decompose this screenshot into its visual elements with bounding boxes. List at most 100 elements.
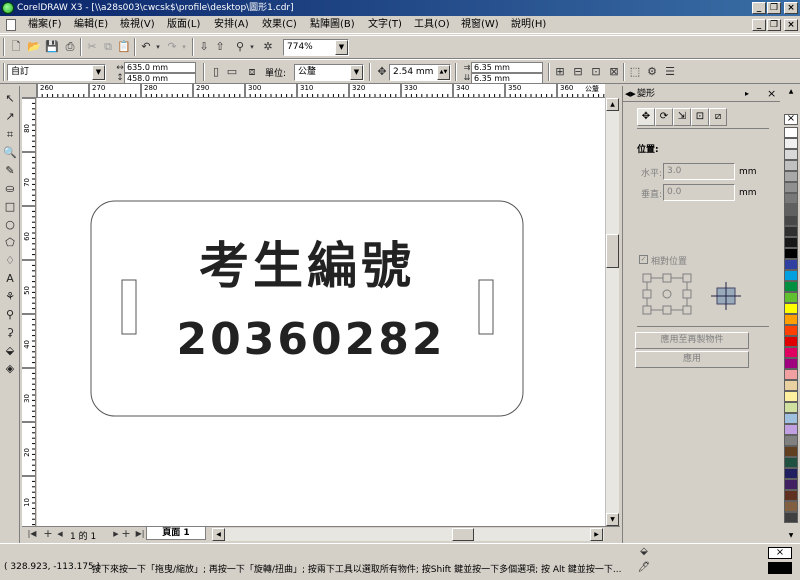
color-swatch[interactable]	[784, 149, 798, 160]
color-swatch[interactable]	[784, 413, 798, 424]
color-swatch[interactable]	[784, 226, 798, 237]
landscape-icon[interactable]: ▭	[224, 64, 240, 80]
size-tab-icon[interactable]: ⊡	[691, 108, 709, 126]
menu-effects[interactable]: 效果(C)	[262, 18, 297, 32]
outline-color-indicator[interactable]	[768, 562, 792, 574]
pick-tool-icon[interactable]: ↖	[2, 90, 18, 107]
corel-online-icon[interactable]: ✲	[260, 39, 276, 55]
color-swatch[interactable]	[784, 303, 798, 314]
page-width-input[interactable]: 635.0 mm	[124, 62, 196, 73]
color-swatch[interactable]	[784, 127, 798, 138]
color-swatch[interactable]	[784, 292, 798, 303]
outline-tool-icon[interactable]: ⚳	[2, 324, 18, 341]
document-icon[interactable]	[6, 19, 16, 31]
snap-objects-icon[interactable]: ⊡	[588, 64, 604, 80]
color-swatch[interactable]	[784, 380, 798, 391]
print-icon[interactable]: ⎙	[62, 39, 78, 55]
scroll-right-icon[interactable]: ▶	[590, 528, 603, 541]
docker-collapse-icon[interactable]: ◀▶	[625, 86, 636, 102]
interactive-blend-tool-icon[interactable]: ⚘	[2, 288, 18, 305]
zoom-tool-icon[interactable]: 🔍	[2, 144, 18, 161]
color-swatch[interactable]	[784, 369, 798, 380]
import-icon[interactable]: ⇩	[196, 39, 212, 55]
docker-close-icon[interactable]: ×	[767, 86, 776, 102]
color-swatch[interactable]	[784, 204, 798, 215]
menu-window[interactable]: 視窗(W)	[461, 18, 499, 32]
options-icon[interactable]: ⚙	[644, 64, 660, 80]
paste-icon[interactable]: 📋	[116, 39, 132, 55]
doc-restore-button[interactable]: ❐	[767, 19, 781, 31]
anchor-grid[interactable]	[641, 272, 693, 316]
doc-minimize-button[interactable]: _	[752, 19, 766, 31]
chevron-down-icon[interactable]: ▼	[335, 40, 348, 55]
snap-grid-icon[interactable]: ⊞	[552, 64, 568, 80]
color-swatch[interactable]	[784, 171, 798, 182]
vertical-ruler[interactable]: 80 70 60 50 40 30 20 10	[22, 98, 36, 526]
color-swatch[interactable]	[784, 435, 798, 446]
open-icon[interactable]: 📂	[26, 39, 42, 55]
color-swatch[interactable]	[784, 138, 798, 149]
color-swatch[interactable]	[784, 160, 798, 171]
color-swatch[interactable]	[784, 259, 798, 270]
duplicate-distance-x-input[interactable]: 6.35 mm	[471, 62, 543, 73]
badge-title-text[interactable]: 考生編號	[187, 234, 427, 298]
nudge-offset-input[interactable]: 2.54 mm ▲▼	[389, 64, 451, 81]
page-height-input[interactable]: 458.0 mm	[124, 73, 196, 84]
right-slot[interactable]	[478, 279, 494, 335]
freehand-tool-icon[interactable]: ✎	[2, 162, 18, 179]
spin-icon[interactable]: ▲▼	[437, 65, 450, 80]
color-swatch[interactable]	[784, 314, 798, 325]
color-swatch[interactable]	[784, 248, 798, 259]
portrait-icon[interactable]: ▯	[208, 64, 224, 80]
prev-page-icon[interactable]: ◀	[52, 526, 68, 542]
save-icon[interactable]: 💾	[44, 39, 60, 55]
chevron-down-icon[interactable]: ▼	[92, 65, 105, 80]
horizontal-ruler[interactable]: 260 270 280 290 300 310 320 330 340 350 …	[37, 84, 605, 98]
copy-icon[interactable]: ⧉	[100, 39, 116, 55]
color-swatch[interactable]	[784, 512, 798, 523]
rectangle-tool-icon[interactable]: □	[2, 198, 18, 215]
dynamic-guides-icon[interactable]: ⊠	[606, 64, 622, 80]
vertical-scrollbar[interactable]: ▲ ▼	[605, 98, 619, 526]
color-swatch[interactable]	[784, 501, 798, 512]
horizontal-input[interactable]: 3.0	[663, 163, 735, 180]
restore-button[interactable]: ❐	[767, 2, 781, 14]
text-tool-icon[interactable]: A	[2, 270, 18, 287]
color-swatch[interactable]	[784, 182, 798, 193]
color-swatch[interactable]	[784, 446, 798, 457]
horizontal-scrollbar[interactable]: ◀ ▶	[212, 528, 604, 541]
color-swatch[interactable]	[784, 391, 798, 402]
fill-color-indicator[interactable]: ×	[768, 547, 792, 559]
align-distribute-icon[interactable]: ☰	[662, 64, 678, 80]
color-swatch[interactable]	[784, 281, 798, 292]
cut-icon[interactable]: ✂	[84, 39, 100, 55]
scroll-up-icon[interactable]: ▲	[606, 98, 619, 111]
eyedropper-tool-icon[interactable]: ⚲	[2, 306, 18, 323]
units-combo[interactable]: 公釐 ▼	[294, 64, 364, 81]
color-swatch[interactable]	[784, 402, 798, 413]
fill-tool-icon[interactable]: ⬙	[2, 342, 18, 359]
relative-position-checkbox[interactable]: ✓	[639, 255, 648, 264]
no-fill-swatch[interactable]: ×	[784, 114, 798, 125]
chevron-down-icon[interactable]: ▼	[350, 65, 363, 80]
apply-button[interactable]: 應用	[635, 351, 749, 368]
minimize-button[interactable]: _	[752, 2, 766, 14]
menu-arrange[interactable]: 安排(A)	[214, 18, 249, 32]
scale-tab-icon[interactable]: ⇲	[673, 108, 691, 126]
color-swatch[interactable]	[784, 479, 798, 490]
basic-shapes-tool-icon[interactable]: ♢	[2, 252, 18, 269]
menu-edit[interactable]: 編輯(E)	[74, 18, 108, 32]
drawing-canvas[interactable]: 考生編號 20360282	[37, 98, 605, 526]
menu-layout[interactable]: 版面(L)	[167, 18, 200, 32]
color-swatch[interactable]	[784, 193, 798, 204]
snap-guidelines-icon[interactable]: ⊟	[570, 64, 586, 80]
paper-type-combo[interactable]: 自訂 ▼	[7, 64, 106, 81]
color-swatch[interactable]	[784, 358, 798, 369]
menu-file[interactable]: 檔案(F)	[28, 18, 62, 32]
skew-tab-icon[interactable]: ⧄	[709, 108, 727, 126]
close-button[interactable]: ×	[784, 2, 798, 14]
color-swatch[interactable]	[784, 237, 798, 248]
left-slot[interactable]	[121, 279, 137, 335]
shape-tool-icon[interactable]: ↗	[2, 108, 18, 125]
scroll-thumb[interactable]	[606, 234, 619, 268]
